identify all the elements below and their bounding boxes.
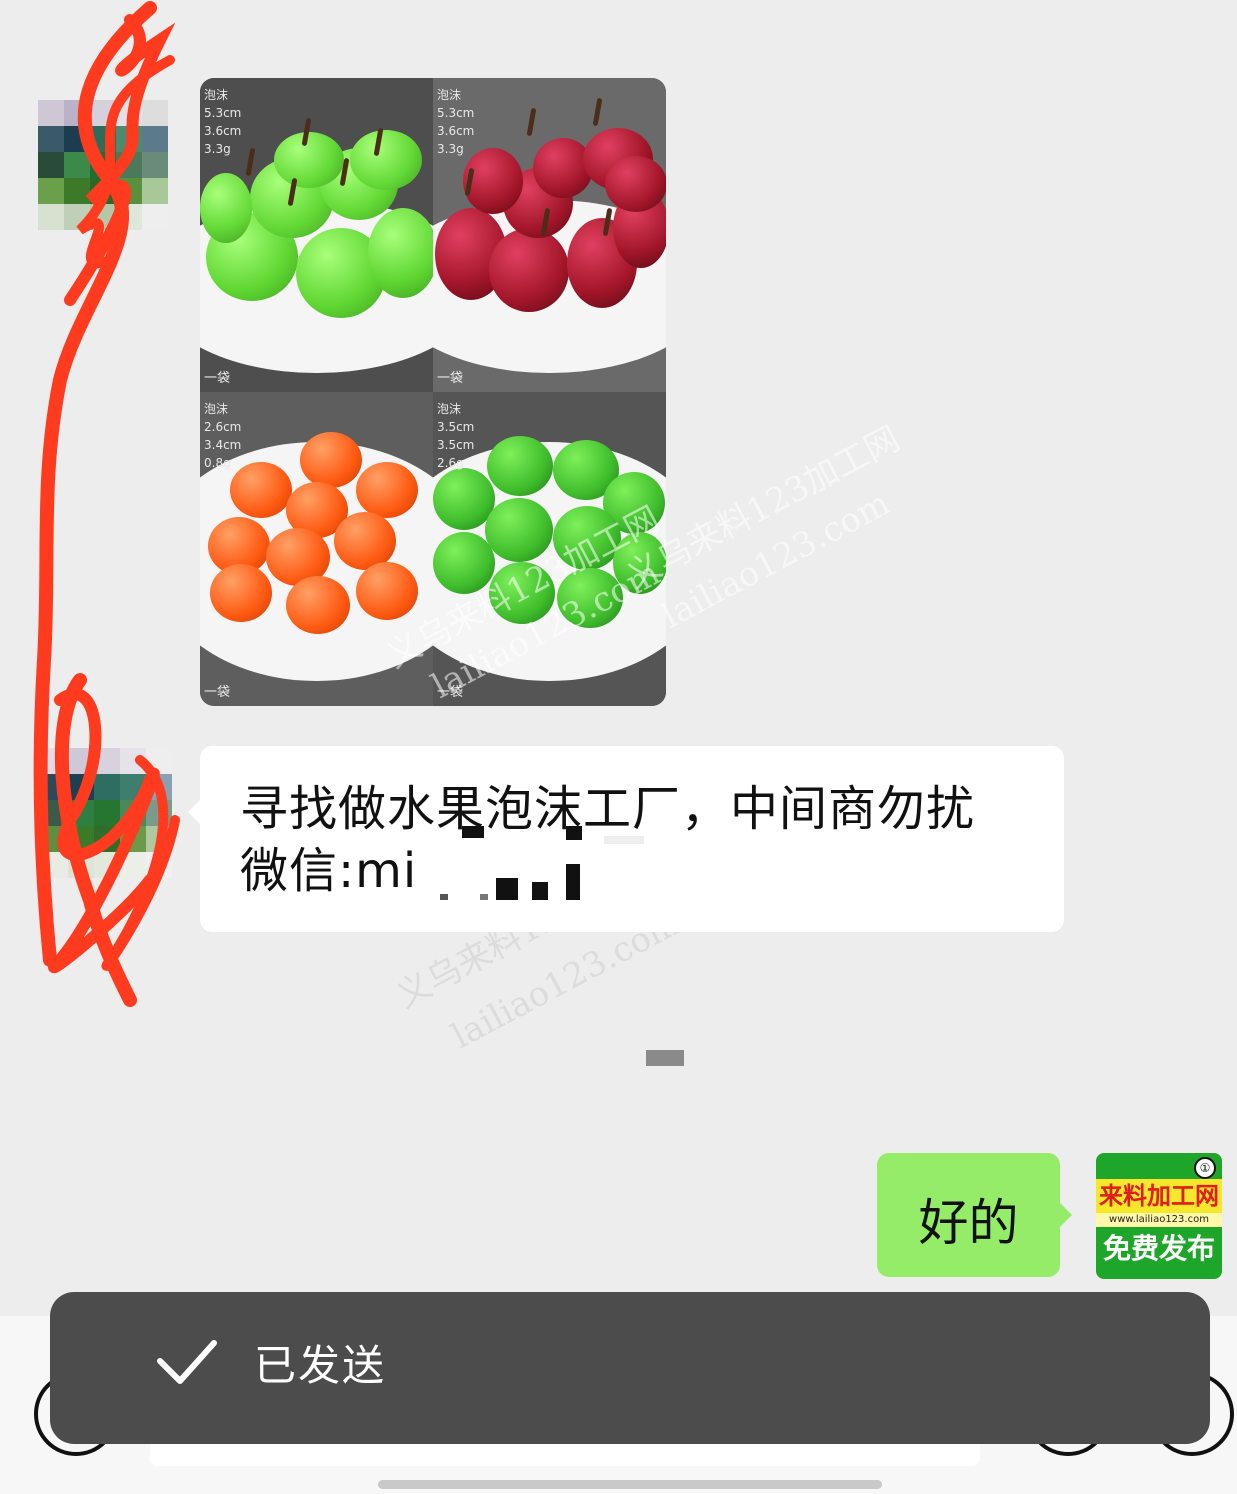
redaction-mark [532,882,548,900]
toast-label: 已发送 [254,1341,387,1390]
watermark-url: lailiao123.com [655,483,897,637]
spec-text: 泡沫 3.5cm 3.5cm 2.6g [437,402,475,470]
redaction-mark [440,894,448,900]
outgoing-message-text: 好的 [918,1194,1019,1252]
my-avatar[interactable]: ① 来料加工网 www.lailiao123.com 免费发布 [1096,1153,1222,1279]
unit-label: 一袋 [204,371,231,386]
fruit-product-photo[interactable]: 泡沫 5.3cm 3.6cm 3.3g 一袋 泡沫 5.3cm 3.6cm 3.… [200,78,666,706]
unit-label: 一袋 [437,685,464,700]
sent-toast: 已发送 [50,1292,1210,1444]
redaction-mark [462,826,484,838]
incoming-message-bubble[interactable]: 寻找做水果泡沫工厂，中间商勿扰 微信:mi [188,746,1064,932]
home-indicator[interactable] [378,1480,882,1489]
photo-quadrant-red-apple: 泡沫 5.3cm 3.6cm 3.3g 一袋 [433,78,666,392]
unit-label: 一袋 [437,371,464,386]
redaction-mark [480,894,488,900]
sender-avatar-pixelated[interactable] [42,748,172,878]
avatar-logo-slogan: 免费发布 [1102,1232,1215,1265]
avatar-logo-url: www.lailiao123.com [1096,1213,1222,1227]
chat-area[interactable]: 泡沫 5.3cm 3.6cm 3.3g 一袋 泡沫 5.3cm 3.6cm 3.… [0,0,1237,1320]
photo-quadrant-orange: 泡沫 2.6cm 3.4cm 0.8g 一袋 [200,392,433,706]
redaction-mark [646,1050,684,1066]
sender-avatar-pixelated[interactable] [38,100,168,230]
avatar-badge: ① [1194,1157,1216,1179]
photo-quadrant-green-apple: 泡沫 5.3cm 3.6cm 3.3g 一袋 [200,78,433,392]
redaction-mark [604,836,644,844]
redaction-mark [566,864,580,900]
avatar-logo-title: 来料加工网 [1096,1179,1222,1213]
redaction-mark [496,878,518,900]
spec-text: 泡沫 5.3cm 3.6cm 3.3g [437,88,475,156]
outgoing-message-bubble[interactable]: 好的 [877,1153,1072,1277]
redaction-mark [566,826,582,840]
photo-quadrant-green-citrus: 泡沫 3.5cm 3.5cm 2.6g 一袋 [433,392,666,706]
spec-text: 泡沫 5.3cm 3.6cm 3.3g [204,88,242,156]
checkmark-icon [157,1340,217,1384]
spec-text: 泡沫 2.6cm 3.4cm 0.8g [204,402,242,470]
unit-label: 一袋 [204,685,231,700]
